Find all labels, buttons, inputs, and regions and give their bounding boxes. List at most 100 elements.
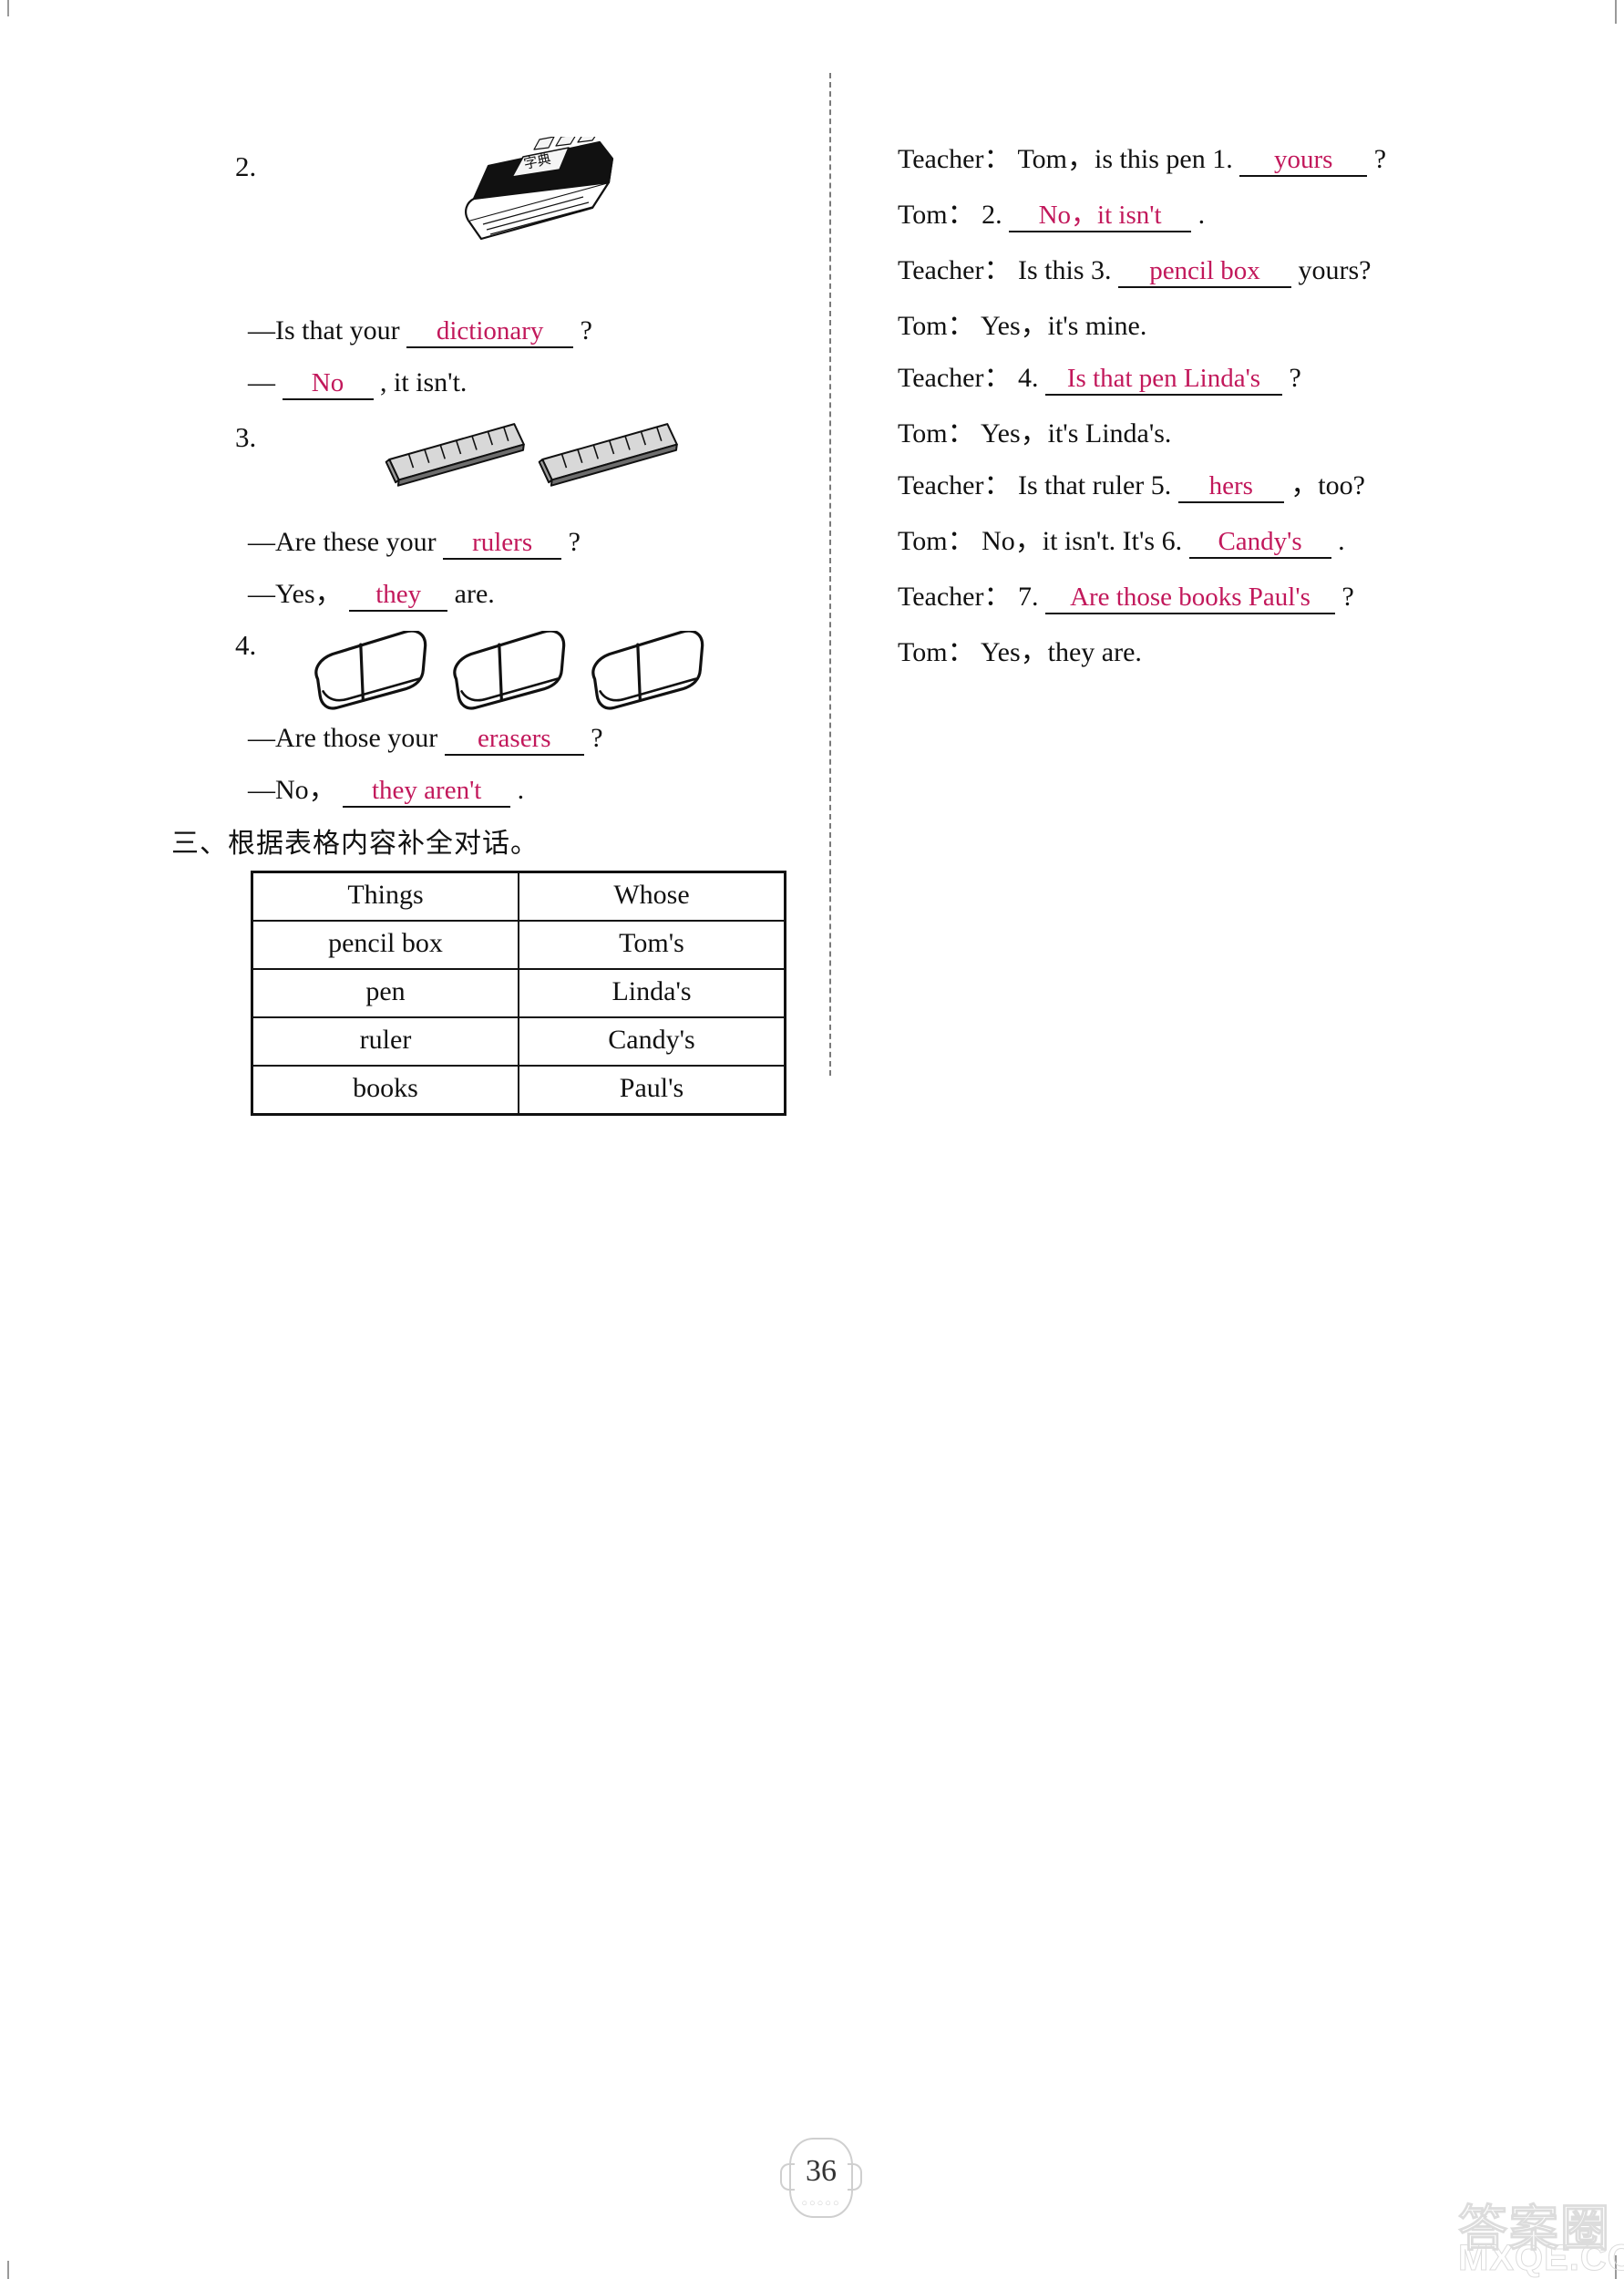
question-suffix: ? bbox=[580, 315, 592, 345]
dialogue-line-2: Tom： 2. No，it isn't . bbox=[898, 201, 1572, 232]
reply-prefix: —No， bbox=[248, 775, 336, 805]
reply-prefix: —Yes， bbox=[248, 579, 343, 609]
right-column-dialogue: Teacher： Tom，is this pen 1. yours ? Tom：… bbox=[898, 146, 1572, 691]
dialogue-text-before: 2. bbox=[982, 200, 1002, 230]
dialogue-text-before: Yes，they are. bbox=[980, 637, 1142, 667]
question-suffix: ? bbox=[591, 723, 603, 753]
table-header-things: Things bbox=[251, 871, 519, 922]
question-suffix: ? bbox=[568, 527, 581, 557]
dialogue-line-10: Tom： Yes，they are. bbox=[898, 639, 1572, 666]
answer-blank-4[interactable]: Is that pen Linda's bbox=[1044, 365, 1282, 396]
two-rulers-icon bbox=[383, 421, 702, 499]
column-divider bbox=[829, 73, 831, 1076]
speaker-label: Teacher： bbox=[898, 470, 1012, 500]
speaker-label: Tom： bbox=[898, 526, 975, 556]
page-number-badge: 36 ○○○○○ bbox=[780, 2138, 862, 2222]
table-row: pen Linda's bbox=[251, 968, 786, 1018]
answer-blank-rulers[interactable]: rulers bbox=[443, 529, 562, 560]
question-prefix: —Are these your bbox=[248, 527, 437, 557]
item-number: 3. bbox=[235, 421, 257, 453]
dialogue-line-8: Tom： No，it isn't. It's 6. Candy's . bbox=[898, 528, 1572, 559]
dialogue-text-before: Is this 3. bbox=[1017, 255, 1112, 285]
crop-mark-top-right bbox=[1615, 0, 1617, 24]
question-prefix: —Are those your bbox=[248, 723, 438, 753]
dialogue-line-7: Teacher： Is that ruler 5. hers ，too? bbox=[898, 472, 1572, 503]
answer-blank-5[interactable]: hers bbox=[1177, 472, 1284, 503]
reply-line-3: —Yes， they are. bbox=[248, 581, 495, 612]
answer-blank-3[interactable]: pencil box bbox=[1118, 257, 1291, 288]
speaker-label: Teacher： bbox=[898, 582, 1012, 612]
watermark-english: MXQE.COM bbox=[1457, 2238, 1624, 2279]
table-cell-owner: Candy's bbox=[518, 1016, 786, 1067]
answer-blank-no[interactable]: No bbox=[282, 369, 374, 400]
things-whose-table: Things Whose pencil box Tom's pen Linda'… bbox=[251, 871, 786, 1116]
crop-mark-bottom-left bbox=[7, 2261, 9, 2279]
dialogue-text-before: No，it isn't. It's 6. bbox=[982, 526, 1183, 556]
reply-suffix: . bbox=[517, 775, 525, 805]
table-cell-thing: books bbox=[251, 1065, 519, 1116]
dialogue-line-9: Teacher： 7. Are those books Paul's ? bbox=[898, 583, 1572, 614]
speaker-label: Tom： bbox=[898, 637, 975, 667]
dialogue-text-before: Yes，it's mine. bbox=[980, 311, 1147, 341]
dialogue-text-after: ? bbox=[1341, 582, 1354, 612]
speaker-label: Teacher： bbox=[898, 255, 1012, 285]
answer-blank-1[interactable]: yours bbox=[1239, 146, 1368, 177]
speaker-label: Teacher： bbox=[898, 363, 1012, 393]
section-heading-three: 三、根据表格内容补全对话。 bbox=[171, 828, 539, 860]
badge-dots: ○○○○○ bbox=[801, 2198, 841, 2209]
table-cell-owner: Paul's bbox=[518, 1065, 786, 1116]
speaker-label: Teacher： bbox=[898, 144, 1012, 174]
dialogue-text-after: yours? bbox=[1298, 255, 1372, 285]
question-line-3: —Are these your rulers ? bbox=[248, 529, 581, 560]
item-number: 2. bbox=[235, 150, 257, 182]
answer-blank-2[interactable]: No，it isn't bbox=[1009, 201, 1192, 232]
answer-blank-6[interactable]: Candy's bbox=[1188, 528, 1331, 559]
table-header-whose: Whose bbox=[518, 871, 786, 922]
answer-blank-they[interactable]: they bbox=[349, 581, 448, 612]
dialogue-line-3: Teacher： Is this 3. pencil box yours? bbox=[898, 257, 1572, 288]
answer-blank-they-arent[interactable]: they aren't bbox=[343, 777, 511, 808]
table-row: ruler Candy's bbox=[251, 1016, 786, 1067]
watermark-chinese: 答案圈 bbox=[1458, 2200, 1611, 2258]
three-erasers-icon bbox=[308, 629, 727, 717]
question-line-4: —Are those your erasers ? bbox=[248, 725, 603, 756]
question-prefix: —Is that your bbox=[248, 315, 400, 345]
dialogue-text-before: Tom，is this pen 1. bbox=[1017, 144, 1233, 174]
dialogue-text-before: 4. bbox=[1017, 363, 1039, 393]
dialogue-text-before: Is that ruler 5. bbox=[1017, 470, 1172, 500]
reply-line-2: — No , it isn't. bbox=[248, 369, 467, 400]
item-number: 4. bbox=[235, 629, 257, 661]
answer-blank-dictionary[interactable]: dictionary bbox=[406, 317, 574, 348]
dialogue-line-6: Tom： Yes，it's Linda's. bbox=[898, 420, 1572, 448]
table-cell-thing: ruler bbox=[251, 1016, 519, 1067]
crop-mark-bottom-right bbox=[1615, 2255, 1617, 2279]
reply-line-4: —No， they aren't . bbox=[248, 777, 524, 808]
speaker-label: Tom： bbox=[898, 418, 975, 449]
dialogue-text-after: . bbox=[1197, 200, 1206, 230]
dialogue-line-4: Tom： Yes，it's mine. bbox=[898, 313, 1572, 340]
table-cell-owner: Linda's bbox=[518, 968, 786, 1018]
dictionary-book-icon: 字典 bbox=[456, 131, 629, 251]
left-column: 2. 字典 —Is that your dictionary ? — No , … bbox=[0, 0, 820, 1140]
reply-suffix: are. bbox=[454, 579, 495, 609]
dialogue-text-after: ? bbox=[1289, 363, 1301, 393]
dialogue-text-after: ? bbox=[1373, 144, 1387, 174]
answer-blank-erasers[interactable]: erasers bbox=[444, 725, 584, 756]
table-cell-thing: pen bbox=[251, 968, 519, 1018]
table-cell-thing: pencil box bbox=[251, 920, 519, 970]
reply-suffix: , it isn't. bbox=[380, 367, 468, 397]
answer-blank-7[interactable]: Are those books Paul's bbox=[1044, 583, 1335, 614]
dialogue-text-before: 7. bbox=[1017, 582, 1039, 612]
page-number: 36 bbox=[806, 2154, 837, 2188]
table-row: pencil box Tom's bbox=[251, 920, 786, 970]
speaker-label: Tom： bbox=[898, 200, 975, 230]
table-header-row: Things Whose bbox=[251, 871, 786, 922]
dialogue-line-5: Teacher： 4. Is that pen Linda's ? bbox=[898, 365, 1572, 396]
dialogue-text-before: Yes，it's Linda's. bbox=[980, 418, 1172, 449]
table-cell-owner: Tom's bbox=[518, 920, 786, 970]
speaker-label: Tom： bbox=[898, 311, 975, 341]
question-line-2: —Is that your dictionary ? bbox=[248, 317, 592, 348]
workbook-page: 2. 字典 —Is that your dictionary ? — No , … bbox=[0, 0, 1624, 2279]
table-row: books Paul's bbox=[251, 1065, 786, 1116]
reply-prefix: — bbox=[248, 367, 275, 397]
